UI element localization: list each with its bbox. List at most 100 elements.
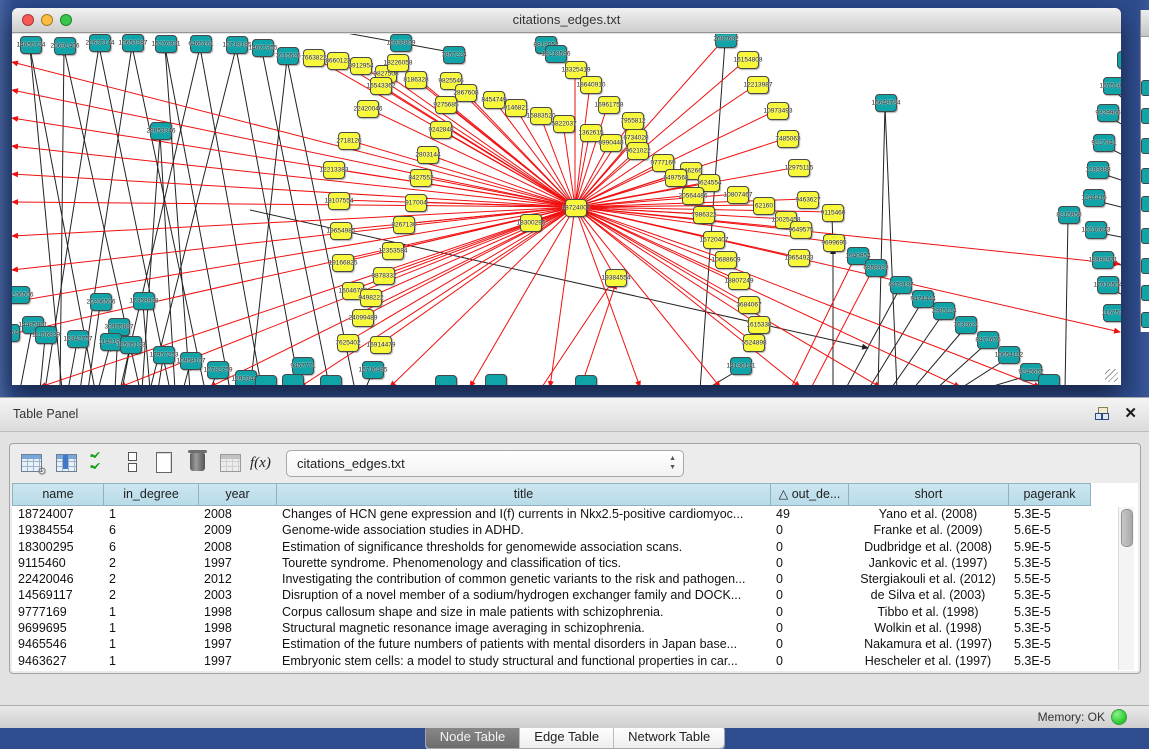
network-node[interactable]: 7625402	[337, 334, 359, 352]
network-node[interactable]: 9146821	[505, 99, 527, 117]
network-node[interactable]: 1244415	[1083, 189, 1105, 207]
network-node[interactable]: 10653287	[122, 34, 144, 52]
network-node[interactable]: 7632621	[955, 316, 977, 334]
network-node[interactable]: 12213987	[747, 76, 769, 94]
tab-edge-table[interactable]: Edge Table	[520, 726, 614, 748]
network-node[interactable]: 3684067	[738, 296, 760, 314]
network-node[interactable]	[575, 375, 597, 385]
delete-icon[interactable]	[186, 451, 212, 476]
network-node[interactable]: 19654923	[788, 249, 810, 267]
network-node[interactable]: 62160	[753, 197, 775, 215]
network-node[interactable]: 15883520	[530, 107, 552, 125]
network-node[interactable]: 21637144	[89, 34, 111, 52]
network-node[interactable]: 7615526	[277, 47, 299, 65]
network-node[interactable]: 2803144	[417, 146, 439, 164]
network-node[interactable]: 8660123	[327, 52, 349, 70]
network-node[interactable]: 19654985	[330, 222, 352, 240]
network-node[interactable]: 2687682	[715, 33, 737, 48]
network-node[interactable]: 6497568	[665, 169, 687, 187]
tab-network-table[interactable]: Network Table	[614, 726, 724, 748]
network-node[interactable]: 16914479	[370, 336, 392, 354]
network-node[interactable]: 20564486	[682, 187, 704, 205]
network-node[interactable]: 9457771	[292, 357, 314, 375]
network-node[interactable]: 2867608	[455, 84, 477, 102]
network-node[interactable]: 19166825	[332, 254, 354, 272]
network-node[interactable]: 8878332	[373, 267, 395, 285]
network-node[interactable]: 9463627	[797, 191, 819, 209]
network-node[interactable]: 39154	[12, 324, 20, 342]
network-node[interactable]: 9649575	[790, 221, 812, 239]
network-node[interactable]: 9115460	[822, 204, 844, 222]
column-header-year[interactable]: year	[198, 483, 276, 506]
column-selector-icon[interactable]	[54, 451, 80, 476]
table-row[interactable]: 946362711997Embryonic stem cells: a mode…	[12, 653, 1138, 669]
column-header-out_de[interactable]: △ out_de...	[770, 483, 848, 506]
network-node[interactable]: 917004	[405, 194, 427, 212]
network-node[interactable]: 11156829	[35, 326, 57, 344]
network-node[interactable]: 16154808	[737, 51, 759, 69]
column-header-title[interactable]: title	[276, 483, 770, 506]
network-node[interactable]: 17016504	[1097, 276, 1119, 294]
network-node[interactable]: 5822037	[553, 115, 575, 133]
network-node[interactable]: 16033809	[390, 34, 412, 52]
network-node[interactable]: 16782759	[207, 361, 229, 379]
network-node[interactable]: 8186328	[405, 71, 427, 89]
network-node[interactable]: 18807249	[728, 272, 750, 290]
table-row[interactable]: 977716911998Corpus callosum shape and si…	[12, 604, 1138, 620]
network-node[interactable]	[320, 375, 342, 385]
network-node[interactable]: 9329966	[1097, 104, 1119, 122]
network-node[interactable]: 24099489	[352, 309, 374, 327]
network-node[interactable]: 9699695	[823, 234, 845, 252]
table-row[interactable]: 1830029562008Estimation of significance …	[12, 539, 1138, 555]
checklist-icon[interactable]: ▪✔▪✔	[90, 451, 116, 476]
network-node[interactable]: 29053346	[150, 122, 172, 140]
network-node[interactable]: 7857224	[443, 46, 465, 64]
network-node[interactable]: 9227341	[1093, 134, 1115, 152]
table-scrollbar-thumb[interactable]	[1121, 509, 1133, 547]
window-titlebar[interactable]: citations_edges.txt	[12, 8, 1121, 33]
network-node[interactable]	[1038, 374, 1060, 385]
network-node[interactable]: 19384554	[605, 269, 627, 287]
network-node[interactable]: 6479197	[890, 276, 912, 294]
network-node[interactable]: 12505123	[120, 336, 142, 354]
network-node[interactable]: 20691406	[54, 37, 76, 55]
network-node[interactable]: 14136141	[730, 357, 752, 375]
network-node[interactable]: 19218596	[545, 45, 567, 63]
column-header-pagerank[interactable]: pagerank	[1008, 483, 1091, 506]
network-node[interactable]: 10719185	[226, 36, 248, 54]
network-node[interactable]: 15276021	[155, 35, 177, 53]
table-row[interactable]: 969969511998Structural magnetic resonanc…	[12, 620, 1138, 636]
network-node[interactable]: 7955812	[622, 112, 644, 130]
table-row[interactable]: 1456911722003Disruption of a novel membe…	[12, 587, 1138, 603]
network-node[interactable]: 22420046	[357, 100, 379, 118]
network-node[interactable]: 16543362	[370, 77, 392, 95]
network-node[interactable]: 13992971	[1092, 251, 1114, 269]
network-node[interactable]: 18300295	[520, 214, 542, 232]
network-node[interactable]: 7485063	[777, 130, 799, 148]
network-node[interactable]: 1167533	[1103, 304, 1121, 322]
network-node[interactable]: 10654112	[998, 346, 1020, 364]
network-node[interactable]: 18226058	[387, 54, 409, 72]
network-node[interactable]: 10807467	[727, 186, 749, 204]
network-node[interactable]: 2718126	[338, 132, 360, 150]
network-node[interactable]: 15751874	[1103, 77, 1121, 95]
network-node[interactable]: 18640910	[580, 76, 602, 94]
network-node[interactable]: 17957253	[153, 346, 175, 364]
network-node[interactable]: 8912954	[350, 57, 372, 75]
tab-node-table[interactable]: Node Table	[426, 726, 521, 748]
network-canvas[interactable]: 1405572420691406216371441065328715276021…	[12, 33, 1121, 385]
network-hub-node[interactable]: 18724007	[565, 199, 587, 217]
network-node[interactable]	[282, 374, 304, 385]
float-panel-icon[interactable]	[1095, 407, 1109, 420]
network-node[interactable]: 15716485	[362, 361, 384, 379]
column-header-short[interactable]: short	[848, 483, 1008, 506]
network-node[interactable]: 14671355	[252, 39, 274, 57]
network-node[interactable]: 8471676	[977, 331, 999, 349]
table-row[interactable]: 1872400712008Changes of HCN gene express…	[12, 506, 1138, 522]
network-node[interactable]: 1615338	[748, 316, 770, 334]
network-node[interactable]: 9474444	[912, 290, 934, 308]
network-node[interactable]: 8427552	[410, 169, 432, 187]
network-node[interactable]: 8267130	[393, 216, 415, 234]
network-node[interactable]: 12923448	[235, 370, 257, 385]
table-row[interactable]: 2242004622012Investigating the contribut…	[12, 571, 1138, 587]
